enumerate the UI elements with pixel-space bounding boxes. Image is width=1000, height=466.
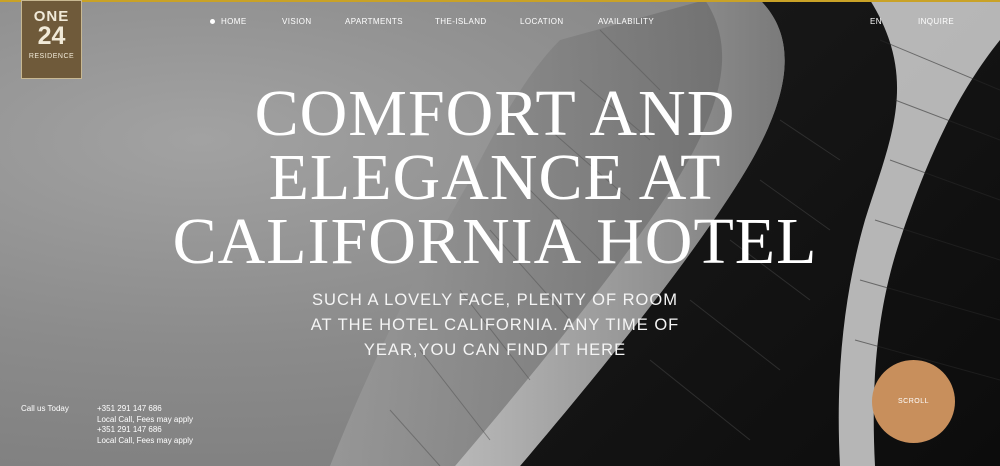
nav-the-island[interactable]: THE-ISLAND [435,16,487,28]
hero-subtitle-line: SUCH A LOVELY FACE, PLENTY OF ROOM [312,291,678,309]
hero-title-line: COMFORT AND [254,77,736,150]
brand-logo[interactable]: ONE 24 RESIDENCE [21,0,82,79]
language-switch[interactable]: EN [870,16,882,28]
main-navigation: HOME VISION APARTMENTS THE-ISLAND LOCATI… [0,16,1000,30]
logo-line-three: RESIDENCE [28,53,75,60]
hero-subtitle: SUCH A LOVELY FACE, PLENTY OF ROOM AT TH… [290,288,700,363]
active-dot-icon [210,19,215,24]
scroll-button-label: SCROLL [897,398,929,405]
call-fee-note: Local Call, Fees may apply [97,414,194,424]
contact-label: Call us Today [21,404,69,413]
hero-title-line: CALIFORNIA HOTEL [172,205,818,278]
phone-number-link[interactable]: +351 291 147 686 [97,425,193,436]
top-accent-line [0,0,1000,2]
hero-subtitle-line: YEAR,YOU CAN FIND IT HERE [363,341,627,359]
nav-vision[interactable]: VISION [282,16,312,28]
nav-location[interactable]: LOCATION [520,16,564,28]
nav-inquire[interactable]: INQUIRE [918,16,954,28]
nav-home[interactable]: HOME [210,16,247,28]
hero-title: COMFORT AND ELEGANCE AT CALIFORNIA HOTEL [140,77,850,278]
hero-title-line: ELEGANCE AT [268,141,722,214]
nav-availability[interactable]: AVAILABILITY [598,16,654,28]
hero-subtitle-line: AT THE HOTEL CALIFORNIA. ANY TIME OF [310,316,680,334]
nav-apartments[interactable]: APARTMENTS [345,16,403,28]
call-fee-note: Local Call, Fees may apply [97,435,194,445]
nav-home-label: HOME [221,17,247,26]
contact-lines: +351 291 147 686 Local Call, Fees may ap… [97,404,193,446]
scroll-button[interactable]: SCROLL [872,360,955,443]
phone-number-link[interactable]: +351 291 147 686 [97,404,193,415]
